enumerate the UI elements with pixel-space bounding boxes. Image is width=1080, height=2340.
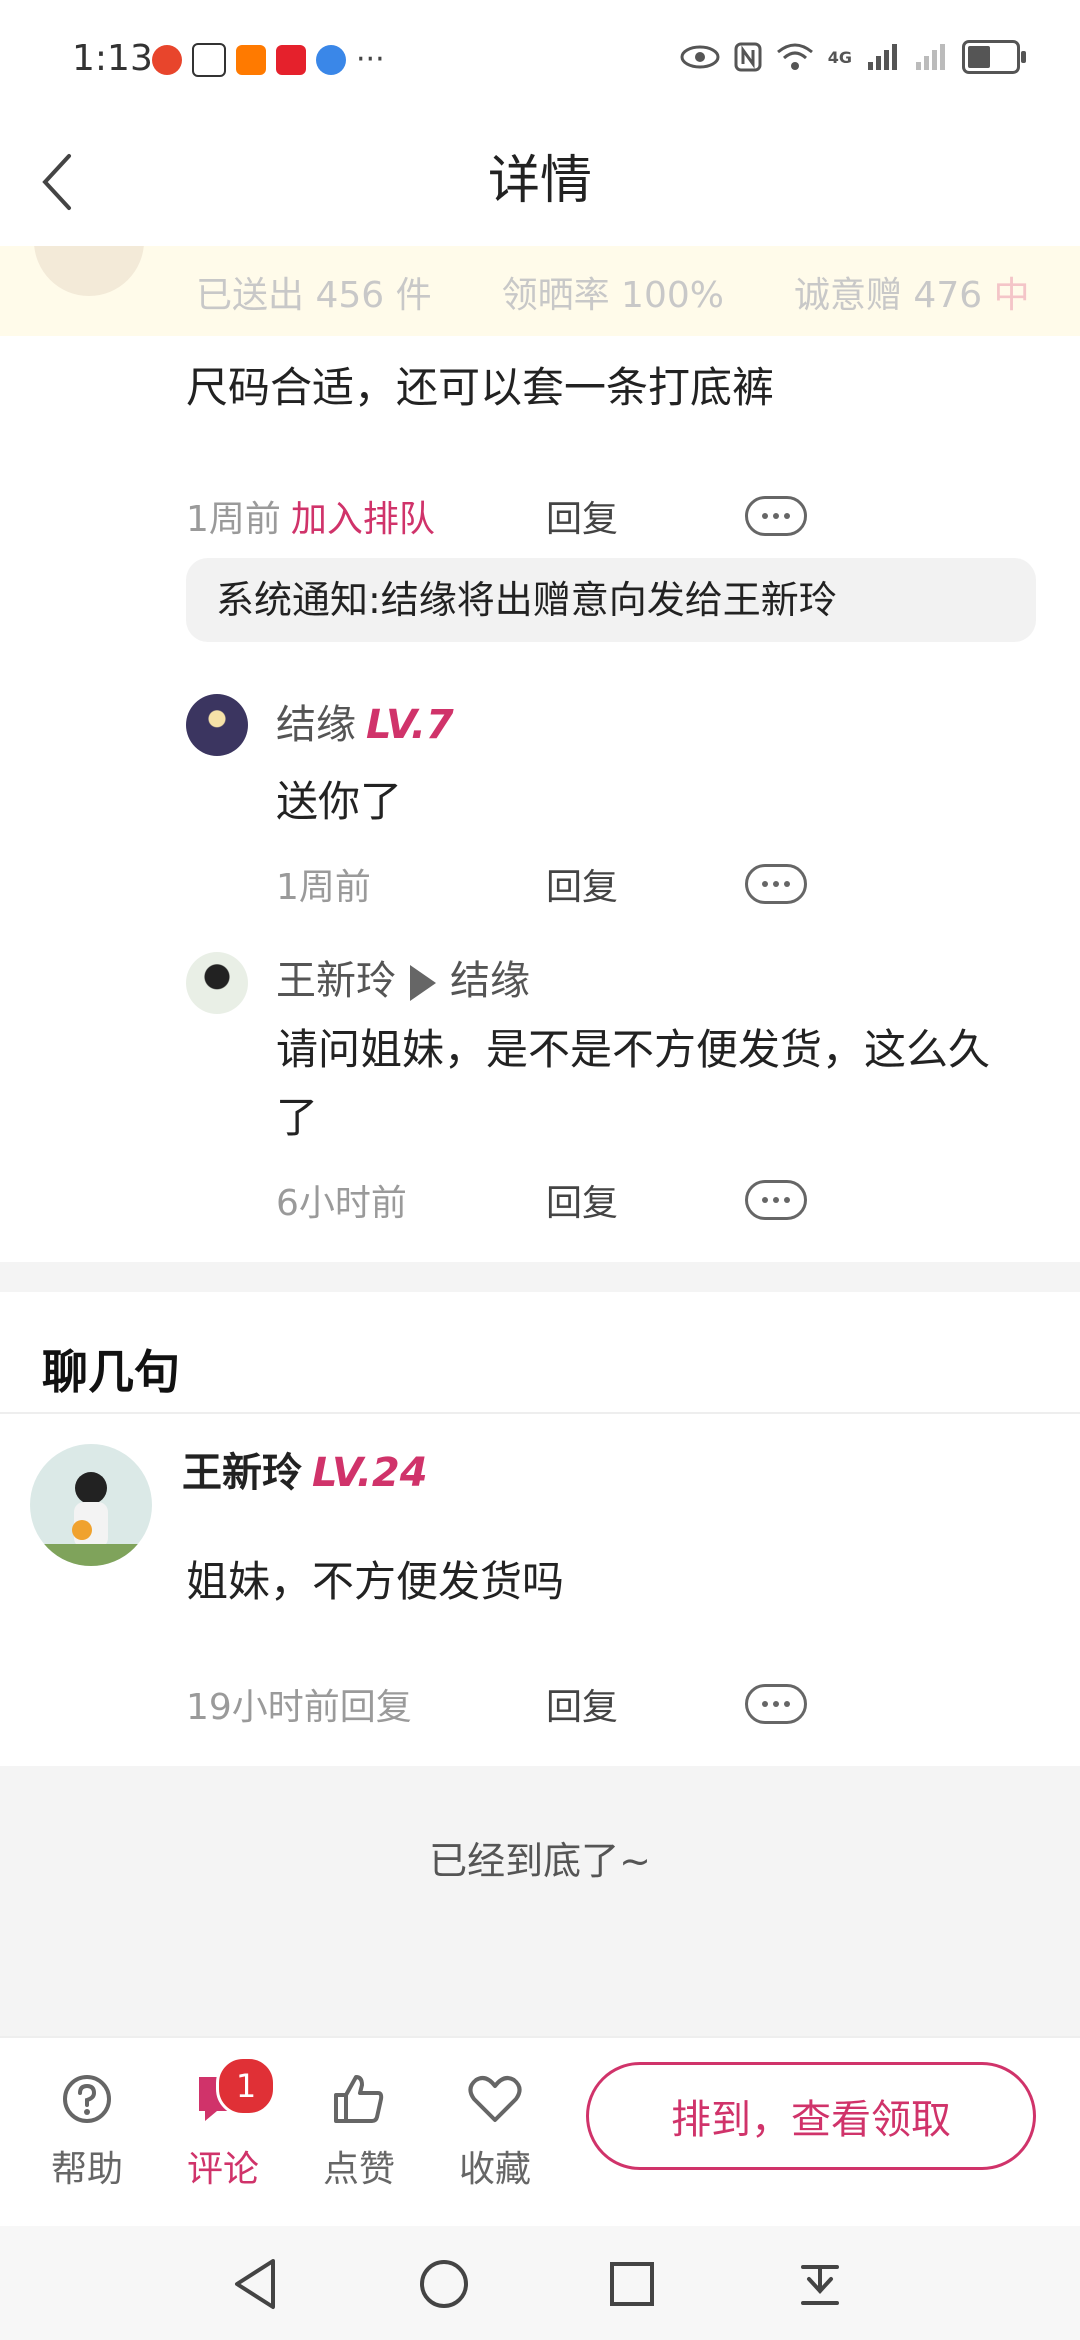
like-tab[interactable]: 点赞 [304, 2068, 414, 2192]
signal-icon [868, 44, 897, 70]
more-options-button[interactable] [745, 864, 807, 904]
circle-home-icon [420, 2260, 468, 2308]
browser-icon [316, 44, 346, 75]
system-notice: 系统通知:结缘将出赠意向发给王新玲 [186, 558, 1036, 642]
sincerity-gift-level: 中 [993, 275, 1030, 316]
claim-button[interactable]: 排到，查看领取 [586, 2062, 1036, 2170]
comment-tab[interactable]: 1 评论 [168, 2056, 278, 2192]
reply-to-arrow-icon [410, 965, 436, 1001]
post-time: 1周前 [186, 499, 281, 540]
page-title: 详情 [487, 151, 592, 211]
more-options-button[interactable] [745, 496, 807, 536]
reply-author-name: 王新玲 [276, 958, 396, 1004]
comment-author-name: 王新玲 [182, 1450, 302, 1496]
reply-button[interactable]: 回复 [546, 858, 618, 910]
list-end-area: 已经到底了~ [0, 1766, 1080, 2036]
top-nav-bar: 详情 [0, 120, 1080, 246]
taobao-icon [236, 44, 266, 75]
comment-meta: 19小时前回复 [186, 1678, 412, 1730]
reply-target-name: 结缘 [450, 958, 530, 1004]
battery-icon [962, 40, 1026, 74]
comment-author: 王新玲 LV.24 [182, 1440, 428, 1498]
post-text: 尺码合适，还可以套一条打底裤 [186, 363, 775, 412]
favorite-tab[interactable]: 收藏 [440, 2068, 550, 2192]
nfc-icon [734, 42, 762, 72]
triangle-back-icon [235, 2259, 275, 2309]
avatar-illustration [30, 1472, 152, 1566]
user-level-badge: LV.7 [366, 702, 454, 748]
app-notification-icon [152, 44, 182, 75]
join-queue-link[interactable]: 加入排队 [291, 490, 435, 542]
reply-time: 6小时前 [276, 1183, 407, 1224]
status-bar: 1:13 ··· 4G [0, 0, 1080, 120]
bottom-action-bar: 帮助 1 评论 点赞 收藏 排到，查看领取 [0, 2036, 1080, 2228]
sent-count: 已送出 456 件 [196, 275, 432, 316]
reply-avatar[interactable] [186, 952, 248, 1014]
comment-label: 评论 [186, 2149, 259, 2190]
sincerity-gift-count: 诚意赠 476 [793, 275, 983, 316]
more-notifications-icon: ··· [356, 42, 385, 77]
eye-icon [680, 45, 720, 69]
network-type-label: 4G [827, 47, 852, 67]
divider [0, 1412, 1080, 1414]
comment-text: 姐妹，不方便发货吗 [186, 1557, 565, 1606]
alipay-icon [192, 42, 226, 77]
reply-time: 1周前 [276, 867, 371, 908]
reply-button[interactable]: 回复 [546, 490, 618, 542]
notification-icons: ··· [152, 42, 385, 77]
post-meta: 1周前 加入排队 [186, 490, 435, 542]
nav-back-button[interactable] [226, 2254, 286, 2314]
status-indicators: 4G [680, 40, 1026, 74]
giver-stats-banner: 已送出 456 件 领晒率 100% 诚意赠 476 中 [0, 246, 1080, 336]
sincerity-gift: 诚意赠 476 中 [794, 266, 1030, 318]
system-nav-bar [0, 2226, 1080, 2340]
more-options-button[interactable] [745, 1180, 807, 1220]
reply-text: 送你了 [276, 777, 403, 826]
comment-avatar[interactable] [30, 1444, 152, 1566]
user-level-badge: LV.24 [312, 1450, 428, 1496]
section-title: 聊几句 [42, 1345, 180, 1399]
pull-down-icon [801, 2265, 839, 2305]
reply-avatar[interactable] [186, 694, 248, 756]
help-tab[interactable]: 帮助 [32, 2068, 142, 2192]
show-rate: 领晒率 100% [501, 275, 724, 316]
nav-home-button[interactable] [414, 2254, 474, 2314]
thumbs-up-icon [334, 2075, 384, 2123]
giver-stats: 已送出 456 件 领晒率 100% 诚意赠 476 中 [196, 266, 1030, 318]
like-label: 点赞 [322, 2149, 395, 2190]
wifi-icon [776, 43, 813, 70]
help-label: 帮助 [50, 2149, 123, 2190]
reply-button[interactable]: 回复 [546, 1174, 618, 1226]
reply-button[interactable]: 回复 [546, 1678, 618, 1730]
app-notification-icon [276, 44, 306, 75]
comment-count-badge: 1 [216, 2056, 276, 2116]
reply-meta: 6小时前 [276, 1174, 407, 1226]
section-divider [0, 1262, 1080, 1292]
heart-icon [468, 2076, 522, 2122]
status-time: 1:13 [72, 38, 153, 79]
comment-time: 19小时前回复 [186, 1687, 412, 1728]
reply-author: 王新玲 结缘 [276, 948, 530, 1006]
giver-avatar[interactable] [34, 246, 144, 296]
reply-author-name: 结缘 [276, 702, 356, 748]
nav-dropdown-button[interactable] [790, 2254, 850, 2314]
favorite-label: 收藏 [458, 2149, 531, 2190]
end-of-list-text: 已经到底了~ [429, 1839, 651, 1883]
reply-text: 请问姐妹，是不是不方便发货，这么久了 [276, 1025, 991, 1142]
square-recents-icon [610, 2262, 654, 2306]
help-icon [63, 2075, 111, 2123]
reply-author: 结缘 LV.7 [276, 692, 454, 750]
more-options-button[interactable] [745, 1684, 807, 1724]
reply-meta: 1周前 [276, 858, 371, 910]
nav-recents-button[interactable] [602, 2254, 662, 2314]
signal-no-sim-icon [916, 44, 945, 70]
